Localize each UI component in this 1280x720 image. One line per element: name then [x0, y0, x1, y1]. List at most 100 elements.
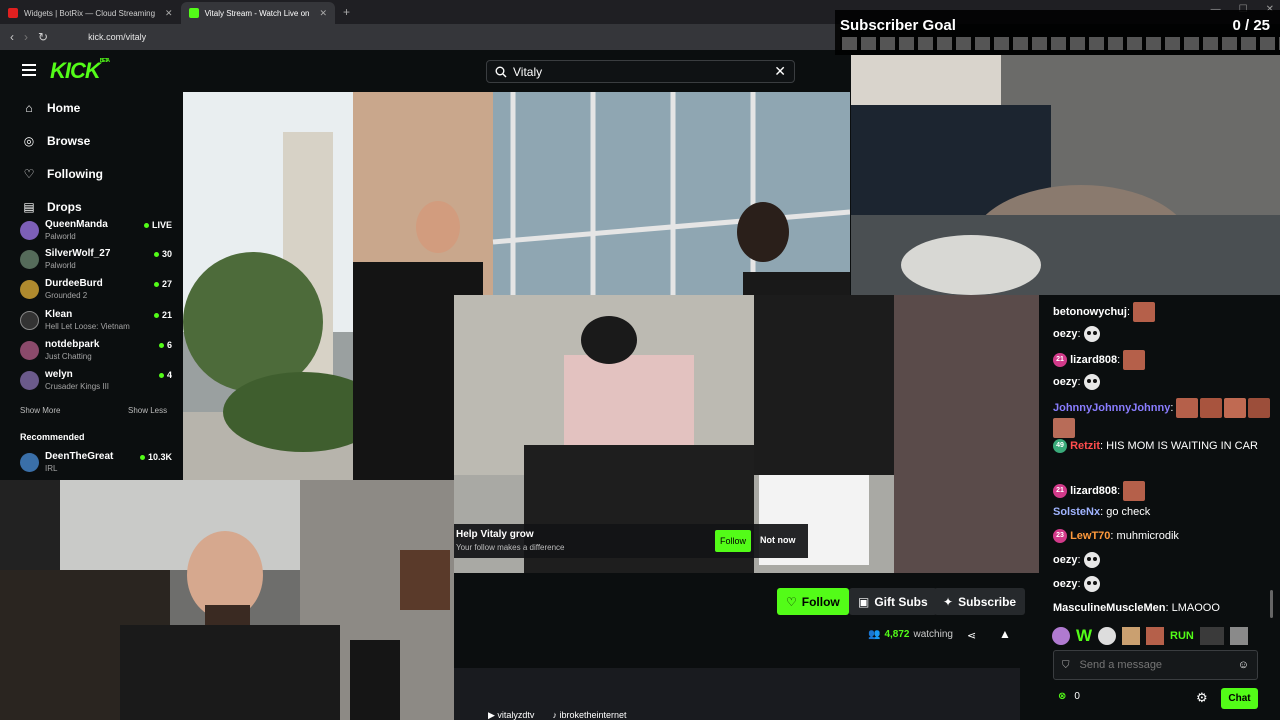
chat-text: HIS MOM IS WAITING IN CAR	[1106, 440, 1258, 452]
reload-icon[interactable]: ↻	[38, 30, 48, 44]
run-emote[interactable]: RUN	[1170, 627, 1194, 645]
face-emote-icon	[1133, 302, 1156, 322]
watching-count: 4,872	[884, 629, 910, 640]
recommended-heading: Recommended	[20, 432, 85, 442]
goal-segment	[956, 37, 971, 50]
goal-segment	[899, 37, 914, 50]
channel-category: IRL	[45, 464, 58, 473]
nav-label: Home	[47, 101, 81, 115]
drops-icon: ▤	[23, 200, 35, 214]
search-input[interactable]	[513, 64, 769, 79]
tab-title: Widgets | BotRix — Cloud Streaming	[24, 8, 156, 18]
nav-following[interactable]: ♡ Following	[22, 167, 103, 181]
follow-prompt: Help Vitaly grow Your follow makes a dif…	[454, 524, 808, 558]
prompt-follow-button[interactable]: Follow	[715, 530, 751, 552]
subscribe-label: Subscribe	[958, 594, 1017, 609]
chat-username[interactable]: oezy	[1053, 376, 1077, 388]
browser-tab-botrix[interactable]: Widgets | BotRix — Cloud Streaming ✕	[0, 2, 181, 24]
close-tab-icon[interactable]: ✕	[320, 8, 328, 19]
chat-message: 21 lizard808:	[1053, 481, 1273, 501]
show-more-link[interactable]: Show More	[20, 406, 60, 415]
report-icon[interactable]: ▲	[999, 627, 1011, 641]
sidebar-channel[interactable]: DurdeeBurd Grounded 2 27	[20, 278, 172, 306]
sidebar-channel-recommended[interactable]: DeenTheGreat IRL 10.3K	[20, 451, 172, 479]
chat-username[interactable]: oezy	[1053, 578, 1077, 590]
goal-segment	[1108, 37, 1123, 50]
channel-points[interactable]: ⊗ 0	[1058, 691, 1080, 702]
car-emote-icon[interactable]	[1199, 627, 1224, 645]
chat-username[interactable]: Retzit	[1070, 440, 1100, 452]
face-emote-icon[interactable]	[1146, 627, 1165, 645]
goal-segment	[1203, 37, 1218, 50]
skull-emote-icon	[1083, 374, 1100, 391]
sidebar-channel[interactable]: QueenManda Palworld LIVE	[20, 219, 172, 247]
youtube-link[interactable]: ▶ vitalyzdtv	[488, 710, 534, 720]
search-box[interactable]: ✕	[486, 60, 795, 83]
nav-home[interactable]: ⌂ Home	[22, 101, 80, 115]
nav-label: Following	[47, 167, 103, 181]
share-icon[interactable]: ⋖	[967, 629, 976, 642]
chat-scrollbar[interactable]	[1270, 590, 1273, 618]
screen: Widgets | BotRix — Cloud Streaming ✕ Vit…	[0, 0, 1280, 720]
sidebar-channel[interactable]: SilverWolf_27 Palworld 30	[20, 248, 172, 276]
skull-emote-icon[interactable]	[1098, 627, 1117, 645]
goal-segment	[842, 37, 857, 50]
chat-username[interactable]: lizard808	[1070, 485, 1117, 497]
chat-username[interactable]: JohnnyJohnnyJohnny	[1053, 402, 1170, 414]
subscriber-badge: 23	[1053, 529, 1067, 544]
chat-username[interactable]: SolsteNx	[1053, 506, 1100, 518]
tiktok-link[interactable]: ♪ ibroketheinternet	[552, 710, 626, 720]
url-text[interactable]: kick.com/vitaly	[88, 32, 146, 42]
skull-emote-icon	[1083, 326, 1100, 343]
chat-message-input[interactable]	[1079, 659, 1228, 671]
alien-emote-icon[interactable]	[1052, 627, 1070, 645]
sidebar-channel[interactable]: notdebpark Just Chatting 6	[20, 339, 172, 367]
chat-text: muhmicrodik	[1116, 530, 1179, 542]
channel-category: Grounded 2	[45, 291, 88, 300]
chat-username[interactable]: oezy	[1053, 328, 1077, 340]
secondary-camera	[851, 55, 1280, 295]
subscribe-button[interactable]: ✦ Subscribe	[934, 588, 1026, 615]
gift-subs-button[interactable]: ▣ Gift Subs	[849, 588, 937, 615]
goal-segment	[1184, 37, 1199, 50]
gift-icon: ▣	[858, 594, 870, 609]
close-tab-icon[interactable]: ✕	[165, 8, 173, 19]
goal-segment	[1032, 37, 1047, 50]
browser-tab-kick[interactable]: Vitaly Stream - Watch Live on ✕	[180, 2, 336, 24]
follow-button[interactable]: ♡ Follow	[777, 588, 849, 615]
avatar	[20, 453, 39, 472]
forward-icon[interactable]: ›	[24, 30, 28, 44]
pog-emote-icon[interactable]	[1122, 627, 1141, 645]
nav-drops[interactable]: ▤ Drops	[22, 200, 81, 214]
chat-send-button[interactable]: Chat	[1221, 688, 1258, 709]
chat-username[interactable]: LewT70	[1070, 530, 1110, 542]
emoji-icon[interactable]: ☺	[1238, 659, 1249, 671]
home-icon: ⌂	[25, 101, 33, 115]
nav-label: Browse	[47, 134, 91, 148]
sidebar-channel[interactable]: Klean Hell Let Loose: Vietnam 21	[20, 309, 172, 337]
chat-username[interactable]: MasculineMuscleMen	[1053, 602, 1165, 614]
follow-prompt-title: Help Vitaly grow	[456, 529, 534, 540]
goal-segment	[994, 37, 1009, 50]
new-tab-icon[interactable]: +	[343, 5, 350, 19]
not-now-button[interactable]: Not now	[760, 535, 796, 545]
nav-browse[interactable]: ◎ Browse	[22, 134, 91, 148]
w-emote[interactable]: W	[1076, 627, 1092, 645]
chat-message: 23 LewT70: muhmicrodik	[1053, 528, 1273, 544]
kick-favicon-icon	[188, 8, 199, 18]
cat-emote-icon[interactable]	[1229, 627, 1248, 645]
gift-subs-label: Gift Subs	[874, 594, 928, 609]
chat-username[interactable]: oezy	[1053, 554, 1077, 566]
kick-logo[interactable]: KICKBETA	[50, 58, 110, 84]
chat-username[interactable]: betonowychuj	[1053, 306, 1127, 318]
viewer-count-display: 👥 4,872 watching	[868, 629, 953, 640]
clear-search-icon[interactable]: ✕	[774, 63, 786, 80]
back-icon[interactable]: ‹	[10, 30, 14, 44]
sidebar-channel[interactable]: welyn Crusader Kings III 4	[20, 369, 172, 397]
social-links: ▶ vitalyzdtv ♪ ibroketheinternet	[454, 710, 627, 720]
show-less-link[interactable]: Show Less	[128, 406, 167, 415]
chat-username[interactable]: lizard808	[1070, 354, 1117, 366]
hamburger-menu-icon[interactable]	[22, 64, 36, 76]
chat-settings-gear-icon[interactable]: ⚙	[1196, 690, 1208, 706]
chat-input-box[interactable]: ⛉ ☺	[1053, 650, 1258, 680]
